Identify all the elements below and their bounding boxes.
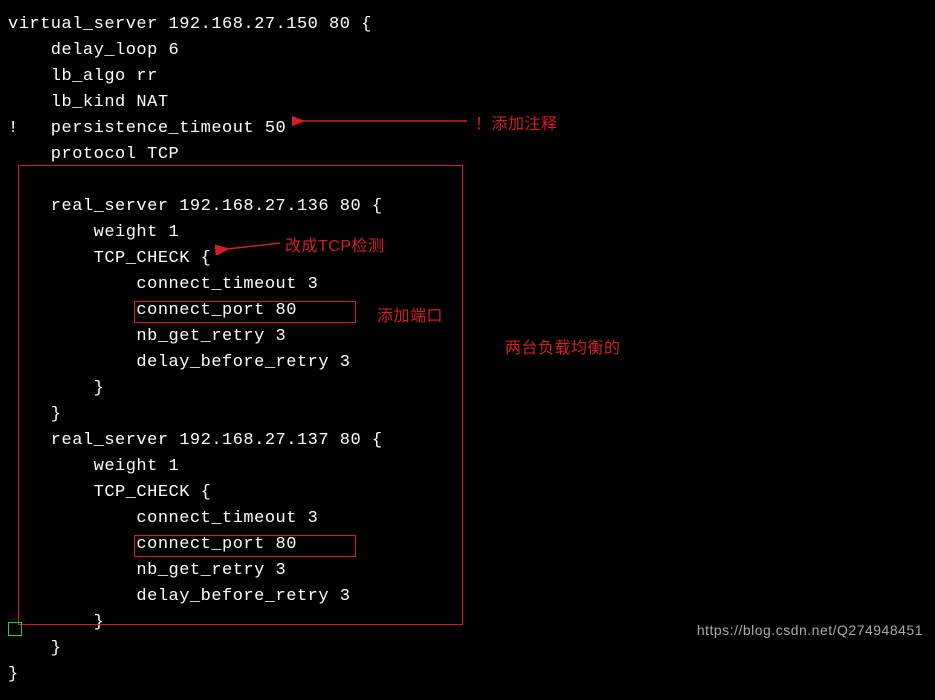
code-line: } [8,379,104,398]
code-line: connect_timeout 3 [8,509,318,528]
code-line: ! persistence_timeout 50 [8,119,286,138]
code-line: lb_kind NAT [8,93,169,112]
code-line: delay_loop 6 [8,41,179,60]
annotation-two-load-balanced: 两台负载均衡的 [505,334,621,358]
config-code-block: virtual_server 192.168.27.150 80 { delay… [0,0,935,700]
code-line: weight 1 [8,223,179,242]
code-line: connect_port 80 [8,301,297,320]
watermark-text: https://blog.csdn.net/Q274948451 [697,622,923,638]
annotation-add-port: 添加端口 [377,302,443,326]
code-line: lb_algo rr [8,67,158,86]
cursor-indicator [8,622,22,636]
code-line: connect_timeout 3 [8,275,318,294]
code-line: } [8,665,19,684]
code-line: protocol TCP [8,145,179,164]
code-line: } [8,639,62,658]
code-line: } [8,405,62,424]
code-line: real_server 192.168.27.136 80 { [8,197,383,216]
code-line: weight 1 [8,457,179,476]
annotation-change-tcp: 改成TCP检测 [285,232,385,256]
code-line: } [8,613,104,632]
code-line: nb_get_retry 3 [8,327,286,346]
code-line: connect_port 80 [8,535,297,554]
code-line: delay_before_retry 3 [8,353,350,372]
code-line: delay_before_retry 3 [8,587,350,606]
code-line: nb_get_retry 3 [8,561,286,580]
annotation-add-comment: ！添加注释 [475,110,558,134]
code-line: virtual_server 192.168.27.150 80 { [8,15,372,34]
code-line: real_server 192.168.27.137 80 { [8,431,383,450]
code-line: TCP_CHECK { [8,483,211,502]
code-line: TCP_CHECK { [8,249,211,268]
